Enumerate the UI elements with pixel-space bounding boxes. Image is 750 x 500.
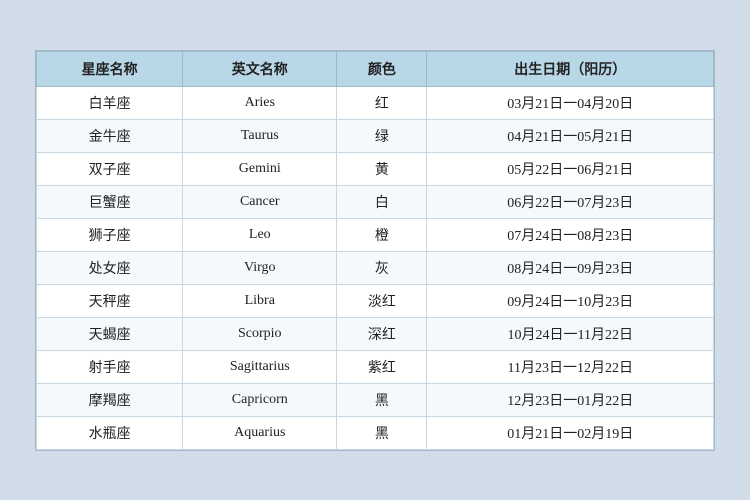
header-english-name: 英文名称 — [183, 51, 337, 86]
table-row: 白羊座Aries红03月21日一04月20日 — [37, 86, 714, 119]
zodiac-table: 星座名称 英文名称 颜色 出生日期（阳历） 白羊座Aries红03月21日一04… — [36, 51, 714, 450]
table-row: 处女座Virgo灰08月24日一09月23日 — [37, 251, 714, 284]
cell-color: 淡红 — [337, 284, 427, 317]
table-row: 双子座Gemini黄05月22日一06月21日 — [37, 152, 714, 185]
cell-chinese-name: 摩羯座 — [37, 383, 183, 416]
cell-chinese-name: 巨蟹座 — [37, 185, 183, 218]
table-row: 金牛座Taurus绿04月21日一05月21日 — [37, 119, 714, 152]
table-row: 摩羯座Capricorn黑12月23日一01月22日 — [37, 383, 714, 416]
cell-chinese-name: 处女座 — [37, 251, 183, 284]
table-row: 天秤座Libra淡红09月24日一10月23日 — [37, 284, 714, 317]
cell-color: 黑 — [337, 383, 427, 416]
cell-dates: 12月23日一01月22日 — [427, 383, 714, 416]
table-header-row: 星座名称 英文名称 颜色 出生日期（阳历） — [37, 51, 714, 86]
cell-english-name: Taurus — [183, 119, 337, 152]
cell-english-name: Aquarius — [183, 416, 337, 449]
cell-english-name: Cancer — [183, 185, 337, 218]
cell-dates: 09月24日一10月23日 — [427, 284, 714, 317]
cell-dates: 05月22日一06月21日 — [427, 152, 714, 185]
cell-color: 黑 — [337, 416, 427, 449]
cell-color: 绿 — [337, 119, 427, 152]
cell-chinese-name: 狮子座 — [37, 218, 183, 251]
zodiac-table-container: 星座名称 英文名称 颜色 出生日期（阳历） 白羊座Aries红03月21日一04… — [35, 50, 715, 451]
cell-chinese-name: 双子座 — [37, 152, 183, 185]
cell-dates: 01月21日一02月19日 — [427, 416, 714, 449]
table-row: 狮子座Leo橙07月24日一08月23日 — [37, 218, 714, 251]
cell-english-name: Sagittarius — [183, 350, 337, 383]
cell-chinese-name: 金牛座 — [37, 119, 183, 152]
cell-english-name: Aries — [183, 86, 337, 119]
header-dates: 出生日期（阳历） — [427, 51, 714, 86]
cell-chinese-name: 水瓶座 — [37, 416, 183, 449]
cell-english-name: Scorpio — [183, 317, 337, 350]
cell-color: 红 — [337, 86, 427, 119]
cell-dates: 06月22日一07月23日 — [427, 185, 714, 218]
cell-chinese-name: 天秤座 — [37, 284, 183, 317]
cell-dates: 11月23日一12月22日 — [427, 350, 714, 383]
cell-english-name: Gemini — [183, 152, 337, 185]
cell-dates: 10月24日一11月22日 — [427, 317, 714, 350]
header-chinese-name: 星座名称 — [37, 51, 183, 86]
cell-dates: 08月24日一09月23日 — [427, 251, 714, 284]
cell-color: 紫红 — [337, 350, 427, 383]
cell-color: 白 — [337, 185, 427, 218]
table-row: 天蝎座Scorpio深红10月24日一11月22日 — [37, 317, 714, 350]
table-row: 水瓶座Aquarius黑01月21日一02月19日 — [37, 416, 714, 449]
cell-color: 灰 — [337, 251, 427, 284]
cell-chinese-name: 白羊座 — [37, 86, 183, 119]
cell-english-name: Virgo — [183, 251, 337, 284]
cell-english-name: Libra — [183, 284, 337, 317]
cell-chinese-name: 天蝎座 — [37, 317, 183, 350]
cell-english-name: Capricorn — [183, 383, 337, 416]
table-body: 白羊座Aries红03月21日一04月20日金牛座Taurus绿04月21日一0… — [37, 86, 714, 449]
cell-chinese-name: 射手座 — [37, 350, 183, 383]
table-row: 射手座Sagittarius紫红11月23日一12月22日 — [37, 350, 714, 383]
cell-dates: 04月21日一05月21日 — [427, 119, 714, 152]
cell-dates: 07月24日一08月23日 — [427, 218, 714, 251]
cell-dates: 03月21日一04月20日 — [427, 86, 714, 119]
cell-color: 黄 — [337, 152, 427, 185]
table-row: 巨蟹座Cancer白06月22日一07月23日 — [37, 185, 714, 218]
cell-english-name: Leo — [183, 218, 337, 251]
cell-color: 橙 — [337, 218, 427, 251]
header-color: 颜色 — [337, 51, 427, 86]
cell-color: 深红 — [337, 317, 427, 350]
